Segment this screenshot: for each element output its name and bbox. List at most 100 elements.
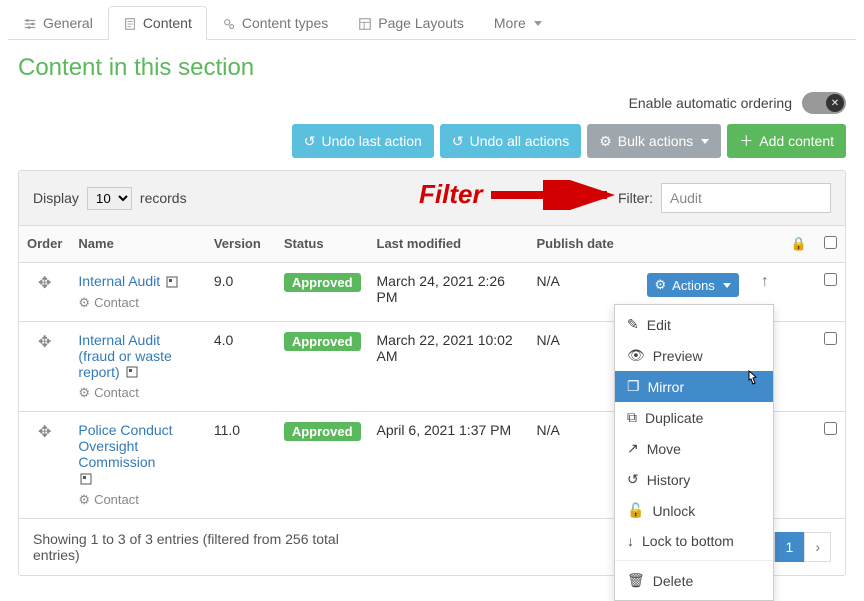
- move-up-button[interactable]: ↑: [761, 273, 769, 290]
- tab-content-types[interactable]: Content types: [207, 6, 343, 39]
- tab-content[interactable]: Content: [108, 6, 207, 40]
- tab-label: More: [494, 15, 526, 31]
- display-label: Display: [33, 190, 79, 206]
- menu-unlock[interactable]: 🔓Unlock: [615, 495, 773, 526]
- col-name[interactable]: Name: [70, 226, 205, 263]
- menu-divider: [615, 560, 773, 561]
- tab-label: General: [43, 15, 93, 31]
- add-content-button[interactable]: ＋ Add content: [727, 124, 846, 158]
- undo-last-button[interactable]: ↺ Undo last action: [292, 124, 434, 158]
- history-icon: ↺: [627, 471, 639, 488]
- content-panel: Display 10 records Filter: Filter Order …: [18, 170, 846, 576]
- col-last-modified[interactable]: Last modified: [369, 226, 529, 263]
- col-version[interactable]: Version: [206, 226, 276, 263]
- select-all-checkbox[interactable]: [824, 236, 837, 249]
- last-modified-cell: April 6, 2021 1:37 PM: [369, 411, 529, 518]
- drag-handle-icon[interactable]: ✥: [38, 275, 51, 292]
- col-lock: 🔒: [783, 226, 815, 263]
- menu-preview[interactable]: 👁Preview: [615, 340, 773, 371]
- mirror-icon: ❐: [627, 378, 640, 395]
- tab-more[interactable]: More: [479, 6, 557, 39]
- undo-icon: ↺: [452, 133, 464, 150]
- plus-icon: ＋: [739, 131, 753, 151]
- external-icon: ↗: [627, 440, 639, 457]
- content-type-label: ⚙ Contact: [78, 492, 197, 508]
- undo-icon: ↺: [304, 133, 316, 150]
- actions-button[interactable]: ⚙ Actions: [647, 273, 739, 297]
- layout-icon: [358, 15, 372, 31]
- sliders-icon: [23, 15, 37, 31]
- menu-history[interactable]: ↺History: [615, 464, 773, 495]
- row-checkbox[interactable]: [824, 273, 837, 286]
- chevron-down-icon: [534, 21, 542, 26]
- col-select-all: [815, 226, 845, 263]
- status-badge: Approved: [284, 332, 361, 351]
- button-label: Bulk actions: [618, 133, 693, 149]
- menu-duplicate[interactable]: ⧉Duplicate: [615, 402, 773, 433]
- auto-order-label: Enable automatic ordering: [629, 95, 792, 111]
- filter-callout: Filter: [419, 179, 619, 210]
- tab-bar: General Content Content types Page Layou…: [8, 6, 856, 40]
- dashboard-icon: [80, 472, 197, 488]
- menu-edit[interactable]: ✎Edit: [615, 309, 773, 340]
- gear-icon: ⚙: [599, 133, 612, 150]
- toolbar: ↺ Undo last action ↺ Undo all actions ⚙ …: [0, 124, 864, 170]
- button-label: Undo last action: [321, 133, 421, 149]
- col-move-up: [747, 226, 783, 263]
- button-label: Undo all actions: [470, 133, 570, 149]
- status-badge: Approved: [284, 422, 361, 441]
- trash-icon: 🗑: [627, 572, 645, 589]
- gears-icon: [222, 15, 236, 31]
- tab-page-layouts[interactable]: Page Layouts: [343, 6, 479, 39]
- tab-label: Content types: [242, 15, 328, 31]
- tab-label: Content: [143, 15, 192, 31]
- dashboard-icon: [166, 275, 178, 291]
- entries-info: Showing 1 to 3 of 3 entries (filtered fr…: [33, 531, 353, 563]
- filter-label: Filter:: [618, 190, 653, 206]
- document-icon: [123, 15, 137, 31]
- version-cell: 11.0: [206, 411, 276, 518]
- col-publish-date[interactable]: Publish date: [529, 226, 639, 263]
- copy-icon: ⧉: [627, 409, 637, 426]
- tab-general[interactable]: General: [8, 6, 108, 39]
- auto-order-toggle[interactable]: ✕: [802, 92, 846, 114]
- filter-input[interactable]: [661, 183, 831, 213]
- tab-label: Page Layouts: [378, 15, 464, 31]
- type-icon: ⚙: [78, 492, 90, 508]
- pointer-cursor-icon: [743, 369, 761, 392]
- dashboard-icon: [126, 365, 138, 381]
- pager-page[interactable]: 1: [775, 532, 805, 562]
- callout-text: Filter: [419, 179, 483, 210]
- row-checkbox[interactable]: [824, 422, 837, 435]
- col-status[interactable]: Status: [276, 226, 369, 263]
- bulk-actions-button[interactable]: ⚙ Bulk actions: [587, 124, 721, 158]
- pager-next[interactable]: ›: [804, 532, 831, 562]
- col-order[interactable]: Order: [19, 226, 70, 263]
- menu-lock-bottom[interactable]: ↓Lock to bottom: [615, 526, 773, 556]
- filter-group: Filter:: [618, 183, 831, 213]
- button-label: Add content: [759, 133, 834, 149]
- unlock-icon: 🔓: [627, 502, 644, 519]
- actions-dropdown: ✎Edit 👁Preview ❐Mirror ⧉Duplicate ↗Move …: [614, 304, 774, 601]
- menu-move[interactable]: ↗Move: [615, 433, 773, 464]
- edit-icon: ✎: [627, 316, 639, 333]
- display-records: Display 10 records: [33, 187, 187, 210]
- status-badge: Approved: [284, 273, 361, 292]
- col-actions: [639, 226, 747, 263]
- drag-handle-icon[interactable]: ✥: [38, 424, 51, 441]
- records-select[interactable]: 10: [87, 187, 132, 210]
- content-type-label: ⚙ Contact: [78, 385, 197, 401]
- type-icon: ⚙: [78, 385, 90, 401]
- version-cell: 9.0: [206, 263, 276, 321]
- content-link[interactable]: Police Conduct Oversight Commission: [78, 422, 172, 470]
- last-modified-cell: March 24, 2021 2:26 PM: [369, 263, 529, 321]
- menu-delete[interactable]: 🗑Delete: [615, 565, 773, 596]
- drag-handle-icon[interactable]: ✥: [38, 334, 51, 351]
- undo-all-button[interactable]: ↺ Undo all actions: [440, 124, 581, 158]
- row-checkbox[interactable]: [824, 332, 837, 345]
- content-type-label: ⚙ Contact: [78, 295, 197, 311]
- last-modified-cell: March 22, 2021 10:02 AM: [369, 321, 529, 411]
- content-link[interactable]: Internal Audit: [78, 273, 160, 289]
- button-label: Actions: [672, 278, 715, 293]
- gear-icon: ⚙: [655, 277, 667, 293]
